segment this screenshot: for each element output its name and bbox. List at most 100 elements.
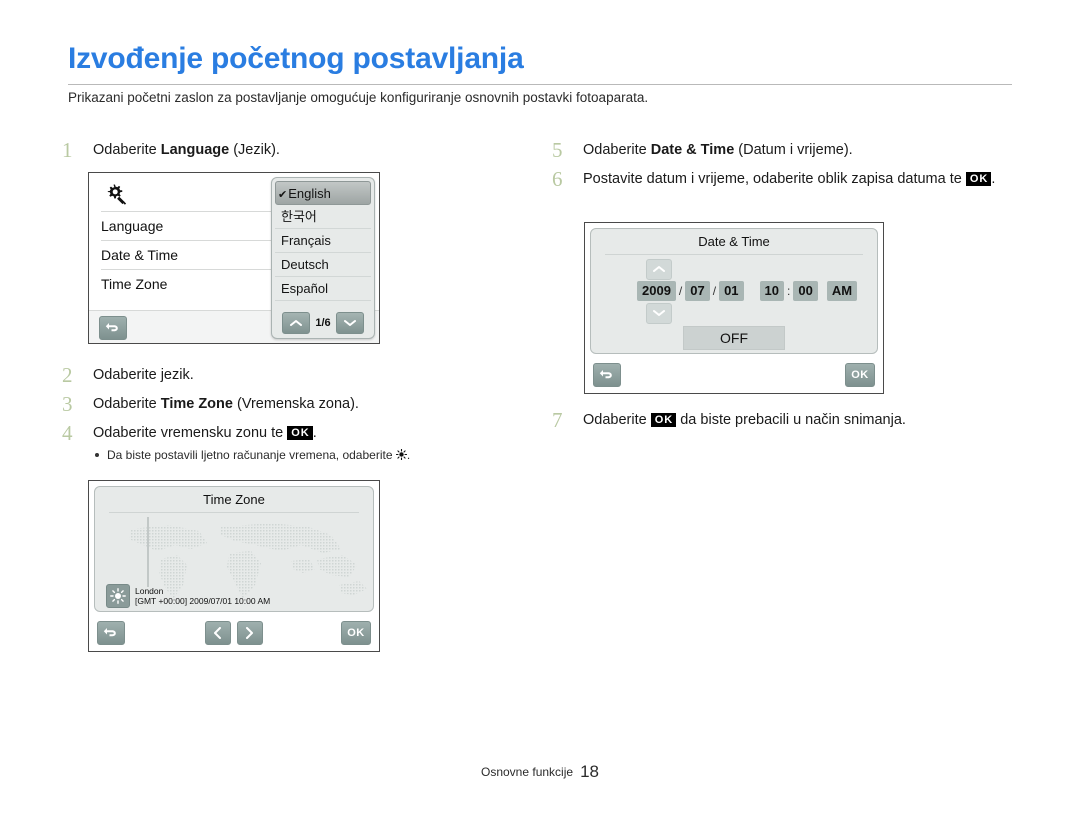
chevron-up-icon — [653, 266, 665, 272]
step-text-pre: Odaberite — [93, 142, 161, 158]
date-separator: / — [678, 284, 683, 298]
timezone-city: London — [135, 586, 164, 596]
page-footer: Osnovne funkcije 18 — [0, 762, 1080, 782]
step-6: 6 Postavite datum i vrijeme, odaberite o… — [552, 167, 1022, 193]
step-7: 7 Odaberite OK da biste prebacili u nači… — [552, 408, 1022, 434]
camera-screen-timezone: Time Zone London [GMT +00:00] 2009/07/01… — [88, 480, 380, 652]
step-text: Odaberite Date & Time (Datum i vrijeme). — [583, 140, 1022, 160]
dst-toggle-button[interactable] — [106, 584, 130, 608]
back-button[interactable] — [97, 621, 125, 645]
step-5: 5 Odaberite Date & Time (Datum i vrijeme… — [552, 138, 1022, 164]
language-option-french[interactable]: Français — [275, 229, 371, 253]
timezone-gmt: [GMT +00:00] 2009/07/01 10:00 AM — [135, 596, 271, 606]
language-option-label: English — [288, 186, 331, 201]
language-option-german[interactable]: Deutsch — [275, 253, 371, 277]
language-option-english[interactable]: ✔English — [275, 181, 371, 205]
date-format-toggle[interactable]: OFF — [683, 326, 785, 350]
step-number: 5 — [552, 138, 563, 162]
hour-field[interactable]: 10 — [759, 281, 785, 301]
step-4-note: Da biste postavili ljetno računanje vrem… — [93, 447, 532, 463]
ok-button[interactable]: OK — [341, 621, 371, 645]
note-text-post: . — [406, 448, 411, 462]
step-3: 3 Odaberite Time Zone (Vremenska zona). — [62, 392, 532, 418]
ok-button[interactable]: OK — [845, 363, 875, 387]
back-button[interactable] — [593, 363, 621, 387]
footer-section: Osnovne funkcije — [481, 765, 574, 779]
step-number: 2 — [62, 363, 73, 387]
sun-dst-icon — [395, 449, 407, 460]
chevron-down-icon — [343, 320, 356, 326]
decrement-button[interactable] — [646, 303, 672, 324]
page-down-button[interactable] — [335, 312, 364, 334]
minute-field[interactable]: 00 — [793, 281, 818, 301]
year-field[interactable]: 2009 — [637, 281, 676, 301]
step-text-bold: Language — [160, 142, 230, 158]
timezone-marker-line — [147, 517, 149, 587]
step-number: 7 — [552, 408, 563, 432]
note-text-pre: Da biste postavili ljetno računanje vrem… — [107, 448, 396, 462]
step-text-post: (Jezik). — [229, 142, 280, 158]
language-option-label: 한국어 — [281, 209, 317, 224]
datetime-bottom-bar: OK — [585, 357, 883, 393]
gear-settings-icon — [103, 183, 129, 207]
previous-timezone-button[interactable] — [205, 621, 231, 645]
header-divider — [68, 84, 1012, 85]
ok-glyph: OK — [650, 413, 677, 427]
manual-page: Izvođenje početnog postavljanja Prikazan… — [0, 0, 1080, 815]
step-text: Odaberite OK da biste prebacili u način … — [583, 410, 1022, 430]
page-title: Izvođenje početnog postavljanja — [68, 42, 524, 75]
back-arrow-icon — [103, 628, 116, 637]
timezone-title-divider — [109, 512, 359, 513]
page-up-button[interactable] — [282, 312, 311, 334]
timezone-arrow-group — [205, 621, 263, 645]
step-text-post: . — [312, 425, 317, 441]
step-number: 3 — [62, 392, 73, 416]
timezone-panel: Time Zone London [GMT +00:00] 2009/07/01… — [94, 486, 374, 612]
check-icon: ✔ — [278, 189, 288, 201]
language-pager: 1/6 — [275, 311, 371, 335]
increment-button[interactable] — [646, 259, 672, 280]
step-text-post: da biste prebacili u način snimanja. — [676, 412, 906, 428]
step-1: 1 Odaberite Language (Jezik). — [62, 138, 532, 164]
camera-screen-datetime: Date & Time 2009 / 07 / 01 10 : 00 AM OF… — [584, 222, 884, 394]
language-option-spanish[interactable]: Español — [275, 277, 371, 301]
step-text-post: (Vremenska zona). — [232, 396, 359, 412]
back-arrow-icon — [105, 323, 118, 332]
step-text-post: (Datum i vrijeme). — [734, 142, 853, 158]
step-text-bold: Date & Time — [650, 142, 735, 158]
language-popup-list: ✔English 한국어 Français Deutsch Español 1/… — [271, 177, 375, 339]
step-text: Odaberite vremensku zonu te OK. — [93, 423, 532, 443]
page-subtitle: Prikazani početni zaslon za postavljanje… — [68, 90, 649, 105]
datetime-title-divider — [605, 254, 863, 255]
language-option-korean[interactable]: 한국어 — [275, 205, 371, 229]
step-number: 1 — [62, 138, 73, 162]
step-number: 6 — [552, 167, 563, 191]
sun-dst-icon — [110, 588, 126, 604]
timezone-bottom-bar: OK — [89, 615, 379, 651]
step-text-pre: Postavite datum i vrijeme, odaberite obl… — [583, 171, 966, 187]
next-timezone-button[interactable] — [237, 621, 263, 645]
timezone-labels: London [GMT +00:00] 2009/07/01 10:00 AM — [135, 586, 270, 606]
day-field[interactable]: 01 — [719, 281, 744, 301]
timezone-title: Time Zone — [203, 492, 265, 507]
step-text-bold: Time Zone — [160, 396, 233, 412]
chevron-left-icon — [214, 627, 221, 639]
meridiem-field[interactable]: AM — [826, 281, 858, 301]
step-text: Postavite datum i vrijeme, odaberite obl… — [583, 169, 1022, 189]
footer-page-number: 18 — [580, 762, 599, 781]
step-text-pre: Odaberite jezik. — [93, 367, 194, 383]
timezone-selection-info: London [GMT +00:00] 2009/07/01 10:00 AM — [106, 584, 270, 608]
chevron-right-icon — [246, 627, 253, 639]
step-4: 4 Odaberite vremensku zonu te OK. Da bis… — [62, 421, 532, 463]
camera-screen-language: Language Date & Time Time Zone ✔English … — [88, 172, 380, 344]
step-text-pre: Odaberite — [93, 396, 161, 412]
step-text-post: . — [991, 171, 996, 187]
date-separator: / — [712, 284, 717, 298]
time-separator: : — [787, 284, 791, 298]
month-field[interactable]: 07 — [685, 281, 710, 301]
step-text: Odaberite Language (Jezik). — [93, 140, 532, 160]
language-option-label: Deutsch — [281, 257, 329, 272]
chevron-up-icon — [290, 320, 303, 326]
back-arrow-icon — [599, 370, 612, 379]
back-button[interactable] — [99, 316, 127, 340]
